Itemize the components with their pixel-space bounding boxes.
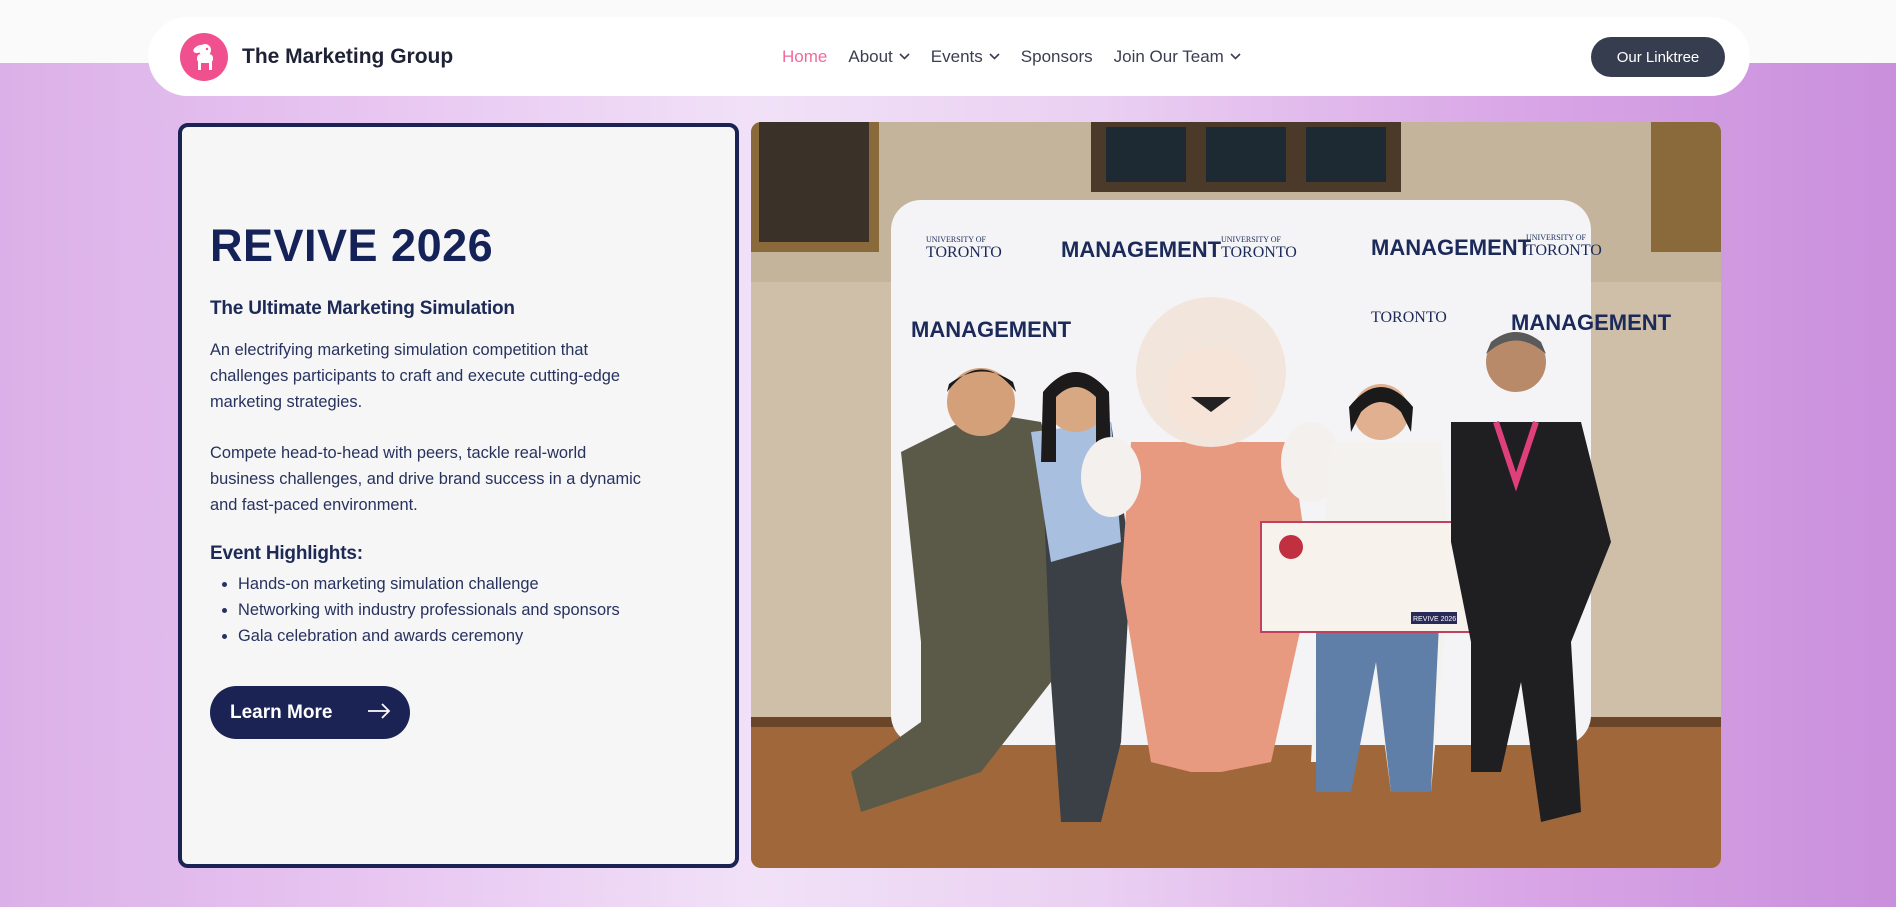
cheque-tag: REVIVE 2026: [1413, 616, 1456, 623]
backdrop-text: UNIVERSITY OF: [1526, 233, 1586, 242]
main-nav: Home About Events Sponsors Join Our Team: [782, 17, 1262, 96]
backdrop-text: MANAGEMENT: [911, 317, 1072, 342]
backdrop-text: UNIVERSITY OF: [926, 235, 986, 244]
backdrop-text: TORONTO: [926, 244, 1002, 261]
event-photo: MANAGEMENT MANAGEMENT MANAGEMENT MANAGEM…: [751, 122, 1721, 868]
backdrop-text: TORONTO: [1221, 244, 1297, 261]
list-item: Hands-on marketing simulation challenge: [238, 571, 735, 597]
learn-more-label: Learn More: [230, 701, 333, 723]
nav-events[interactable]: Events: [931, 47, 1000, 67]
backdrop-text: MANAGEMENT: [1511, 310, 1672, 335]
backdrop-text: MANAGEMENT: [1061, 237, 1222, 262]
list-item: Gala celebration and awards ceremony: [238, 623, 735, 649]
backdrop-text: UNIVERSITY OF: [1221, 235, 1281, 244]
nav-events-label: Events: [930, 46, 983, 66]
lamb-logo-icon: [180, 33, 228, 81]
arrow-right-icon: [367, 703, 391, 725]
chevron-down-icon: [1230, 53, 1241, 60]
backdrop-text: TORONTO: [1526, 242, 1602, 259]
nav-join-label: Join Our Team: [1113, 46, 1224, 66]
nav-about[interactable]: About: [848, 46, 910, 67]
brand[interactable]: The Marketing Group: [180, 33, 453, 81]
backdrop-text: TORONTO: [1371, 309, 1447, 326]
nav-about-label: About: [848, 46, 893, 66]
highlights-list: Hands-on marketing simulation challenge …: [238, 571, 735, 649]
nav-home-label: Home: [782, 46, 828, 66]
list-item: Networking with industry professionals a…: [238, 597, 735, 623]
hero-card: REVIVE 2026 The Ultimate Marketing Simul…: [178, 123, 739, 868]
description-paragraph-2: Compete head-to-head with peers, tackle …: [210, 444, 641, 514]
linktree-button[interactable]: Our Linktree: [1591, 37, 1725, 77]
nav-sponsors[interactable]: Sponsors: [1021, 47, 1093, 67]
navbar: The Marketing Group Home About Events Sp…: [148, 17, 1750, 96]
nav-sponsors-label: Sponsors: [1020, 46, 1093, 66]
chevron-down-icon: [899, 53, 910, 60]
brand-name: The Marketing Group: [242, 45, 454, 68]
page-title: REVIVE 2026: [210, 220, 494, 271]
hero-subtitle: The Ultimate Marketing Simulation: [210, 298, 515, 319]
nav-join-our-team[interactable]: Join Our Team: [1114, 47, 1241, 67]
chevron-down-icon: [989, 53, 1000, 60]
backdrop-text: MANAGEMENT: [1371, 235, 1532, 260]
description-paragraph-1: An electrifying marketing simulation com…: [210, 341, 621, 411]
learn-more-button[interactable]: Learn More: [210, 686, 410, 739]
nav-home[interactable]: Home: [782, 47, 827, 67]
highlights-title: Event Highlights:: [210, 543, 363, 564]
